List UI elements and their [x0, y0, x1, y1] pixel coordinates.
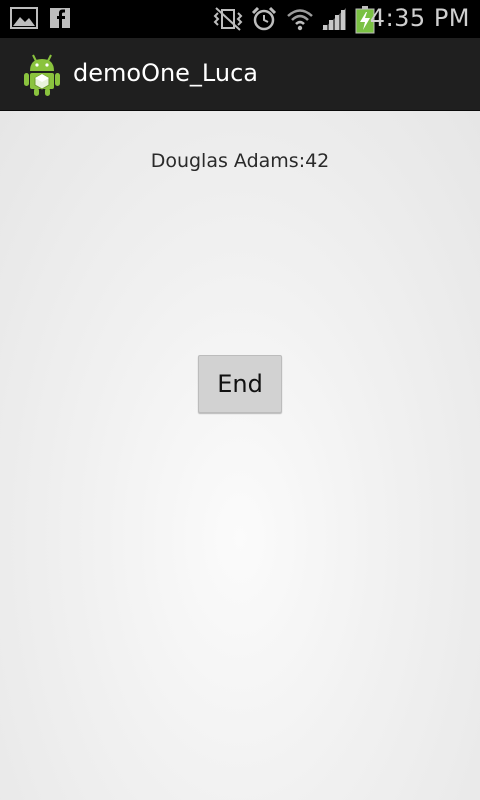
app-title: demoOne_Luca — [73, 59, 258, 87]
vibrate-mute-icon — [213, 7, 243, 31]
main-content: Douglas Adams:42 End — [0, 111, 480, 800]
status-clock: 4:35 PM — [369, 4, 470, 32]
gallery-icon — [10, 7, 38, 29]
status-bar: 4:35 PM — [0, 0, 480, 38]
end-button[interactable]: End — [198, 355, 282, 413]
alarm-icon — [251, 6, 277, 31]
signal-icon — [322, 8, 346, 30]
quote-text: Douglas Adams:42 — [150, 150, 330, 172]
android-icon[interactable] — [22, 51, 62, 97]
facebook-icon — [50, 8, 70, 28]
wifi-icon — [287, 9, 313, 31]
action-bar: demoOne_Luca — [0, 38, 480, 112]
